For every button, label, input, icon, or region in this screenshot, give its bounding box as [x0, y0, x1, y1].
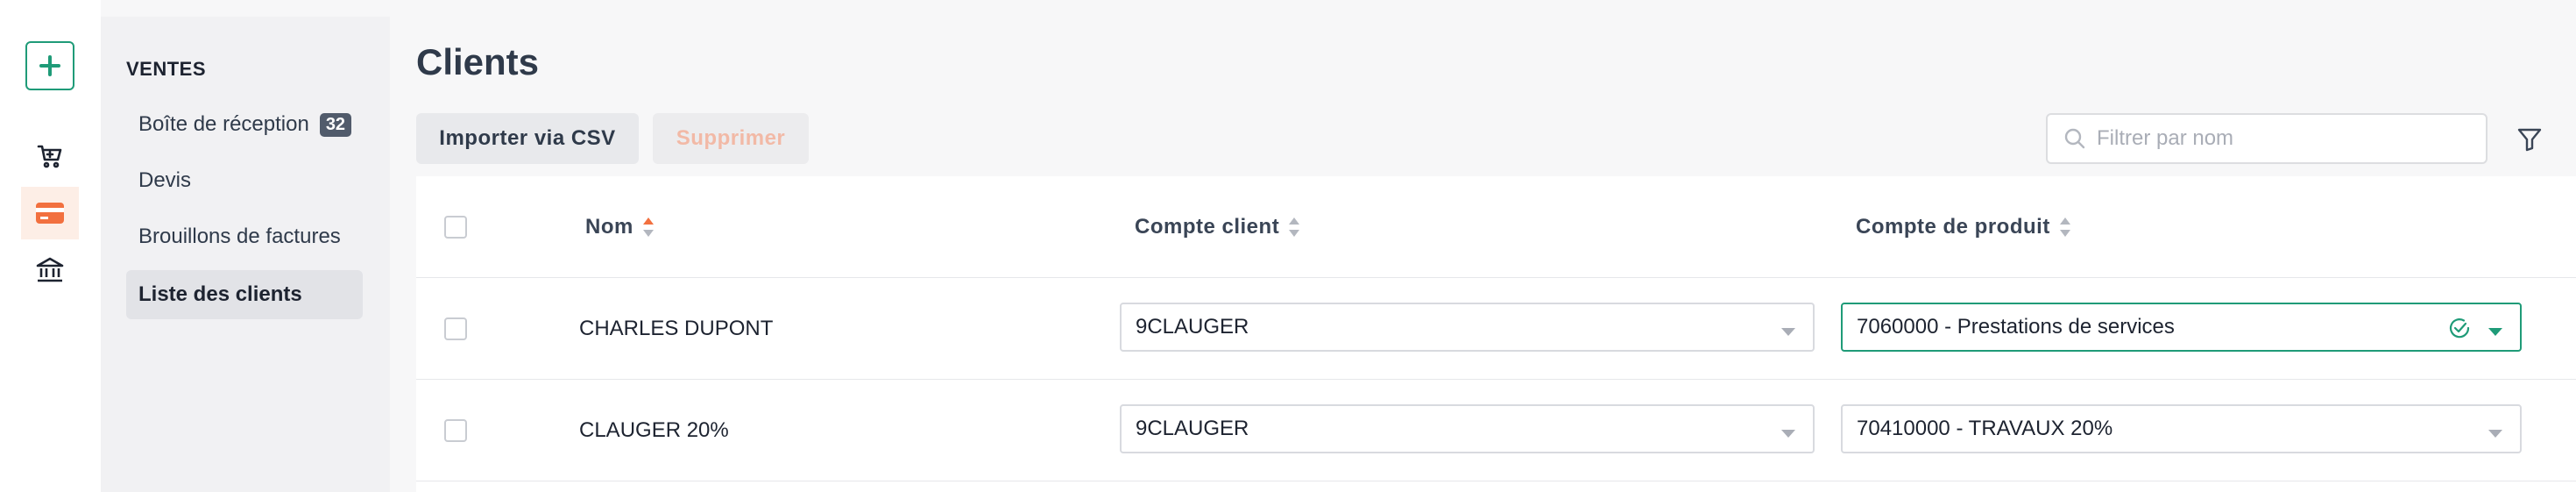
- sort-asc-icon: [642, 216, 655, 239]
- client-name: CLAUGER 20%: [579, 418, 729, 442]
- select-all-checkbox[interactable]: [444, 216, 467, 239]
- caret-down-icon: [2487, 422, 2504, 446]
- caret-down-icon: [1780, 422, 1797, 446]
- card-icon[interactable]: [21, 187, 79, 239]
- sort-icon: [2059, 216, 2071, 239]
- product-account-select[interactable]: 70410000 - TRAVAUX 20%: [1841, 404, 2522, 453]
- caret-down-icon: [1780, 320, 1797, 345]
- column-header-client-account[interactable]: Compte client: [1135, 176, 1300, 278]
- row-checkbox[interactable]: [444, 419, 467, 442]
- sidebar-item-label: Boîte de réception: [138, 112, 309, 136]
- sidebar-item-label: Brouillons de factures: [138, 225, 341, 248]
- sidebar-item-inbox[interactable]: Boîte de réception 32: [126, 100, 363, 149]
- table-row: CLAUGER 20% 9CLAUGER 70410000 - TRAVAUX …: [416, 380, 2576, 481]
- filter-icon[interactable]: [2510, 120, 2549, 159]
- sidebar-item-client-list[interactable]: Liste des clients: [126, 270, 363, 319]
- caret-down-icon: [2487, 320, 2504, 345]
- sidebar-item-quotes[interactable]: Devis: [126, 156, 363, 205]
- row-checkbox[interactable]: [444, 317, 467, 340]
- column-header-name[interactable]: Nom: [585, 176, 655, 278]
- column-header-product-account[interactable]: Compte de produit: [1856, 176, 2071, 278]
- page-title: Clients: [416, 41, 540, 82]
- count-badge: 32: [319, 112, 352, 137]
- bank-icon[interactable]: [21, 244, 79, 296]
- search-input[interactable]: [2097, 126, 2482, 151]
- sidebar-section-title: VENTES: [126, 58, 207, 80]
- search-box[interactable]: [2046, 113, 2488, 164]
- table-row: CHARLES DUPONT 9CLAUGER 7060000 - Presta…: [416, 278, 2576, 380]
- product-account-select[interactable]: 7060000 - Prestations de services: [1841, 303, 2522, 352]
- icon-rail: [0, 0, 101, 492]
- delete-button[interactable]: Supprimer: [653, 113, 809, 164]
- plus-icon[interactable]: [25, 41, 74, 90]
- main-content: Clients Importer via CSV Supprimer Nom C…: [390, 17, 2576, 492]
- cart-icon[interactable]: [21, 130, 79, 182]
- clients-table: Nom Compte client Compte de produit CHAR…: [416, 176, 2576, 492]
- check-circle-icon: [2446, 315, 2473, 347]
- table-header: Nom Compte client Compte de produit: [416, 176, 2576, 278]
- sidebar-item-label: Devis: [138, 168, 192, 192]
- sidebar-item-invoice-drafts[interactable]: Brouillons de factures: [126, 212, 363, 261]
- sidebar: VENTES Boîte de réception 32 Devis Broui…: [101, 17, 390, 492]
- sidebar-item-label: Liste des clients: [138, 282, 302, 306]
- client-account-select[interactable]: 9CLAUGER: [1120, 303, 1815, 352]
- client-account-select[interactable]: 9CLAUGER: [1120, 404, 1815, 453]
- import-csv-button[interactable]: Importer via CSV: [416, 113, 639, 164]
- client-name: CHARLES DUPONT: [579, 317, 774, 340]
- search-icon: [2064, 128, 2085, 149]
- sort-icon: [1288, 216, 1300, 239]
